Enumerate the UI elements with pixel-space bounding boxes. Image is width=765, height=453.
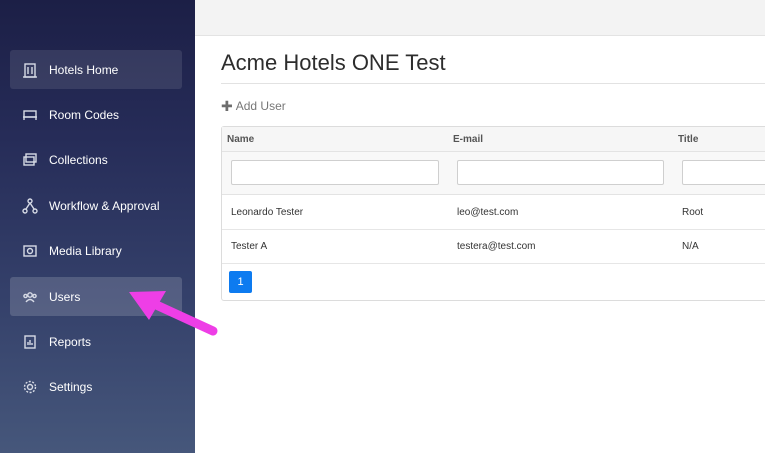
- annotation-arrow: [129, 291, 218, 336]
